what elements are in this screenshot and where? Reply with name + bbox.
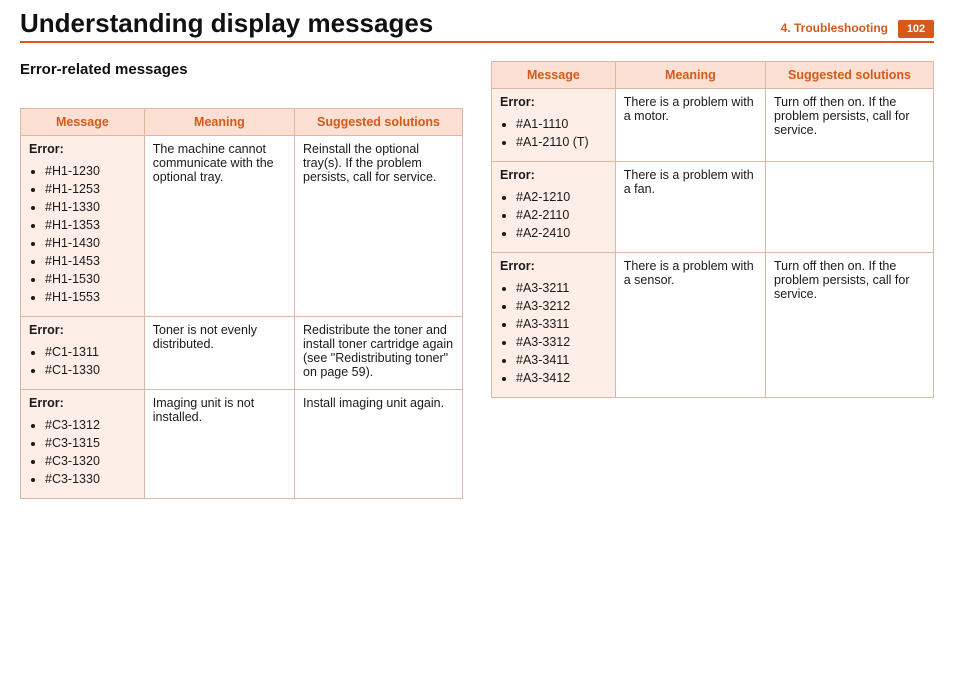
error-code: #A3-3311 bbox=[516, 315, 607, 333]
col-header-solutions: Suggested solutions bbox=[295, 109, 463, 136]
error-code: #H1-1430 bbox=[45, 234, 136, 252]
col-header-meaning: Meaning bbox=[144, 109, 294, 136]
page-title: Understanding display messages bbox=[20, 8, 433, 39]
error-label: Error: bbox=[500, 168, 607, 182]
table-row: Error: #A1-1110 #A1-2110 (T) There is a … bbox=[492, 89, 934, 162]
meaning-cell: Imaging unit is not installed. bbox=[144, 390, 294, 499]
error-code: #C1-1311 bbox=[45, 343, 136, 361]
table-row: Error: #H1-1230 #H1-1253 #H1-1330 #H1-13… bbox=[21, 136, 463, 317]
error-code: #A3-3412 bbox=[516, 369, 607, 387]
page-number-badge: 102 bbox=[898, 20, 934, 38]
message-cell: Error: #A3-3211 #A3-3212 #A3-3311 #A3-33… bbox=[492, 253, 616, 398]
error-code: #H1-1453 bbox=[45, 252, 136, 270]
message-cell: Error: #H1-1230 #H1-1253 #H1-1330 #H1-13… bbox=[21, 136, 145, 317]
error-label: Error: bbox=[29, 396, 136, 410]
error-code: #H1-1253 bbox=[45, 180, 136, 198]
col-header-message: Message bbox=[21, 109, 145, 136]
meaning-cell: There is a problem with a fan. bbox=[615, 162, 765, 253]
error-code: #A3-3211 bbox=[516, 279, 607, 297]
solution-cell bbox=[766, 162, 934, 253]
error-code: #A2-2110 bbox=[516, 206, 607, 224]
meaning-cell: Toner is not evenly distributed. bbox=[144, 317, 294, 390]
error-label: Error: bbox=[500, 259, 607, 273]
error-code: #C3-1320 bbox=[45, 452, 136, 470]
meaning-cell: There is a problem with a motor. bbox=[615, 89, 765, 162]
solution-cell: Turn off then on. If the problem persist… bbox=[766, 89, 934, 162]
col-header-meaning: Meaning bbox=[615, 62, 765, 89]
error-code: #C1-1330 bbox=[45, 361, 136, 379]
left-column: Error-related messages Message Meaning S… bbox=[20, 61, 463, 499]
table-row: Error: #A3-3211 #A3-3212 #A3-3311 #A3-33… bbox=[492, 253, 934, 398]
error-label: Error: bbox=[29, 142, 136, 156]
error-code: #A3-3212 bbox=[516, 297, 607, 315]
table-row: Error: #C1-1311 #C1-1330 Toner is not ev… bbox=[21, 317, 463, 390]
solution-cell: Turn off then on. If the problem persist… bbox=[766, 253, 934, 398]
table-row: Error: #C3-1312 #C3-1315 #C3-1320 #C3-13… bbox=[21, 390, 463, 499]
error-table-left: Message Meaning Suggested solutions Erro… bbox=[20, 108, 463, 499]
error-code: #H1-1530 bbox=[45, 270, 136, 288]
right-column: Message Meaning Suggested solutions Erro… bbox=[491, 61, 934, 499]
message-cell: Error: #C3-1312 #C3-1315 #C3-1320 #C3-13… bbox=[21, 390, 145, 499]
message-cell: Error: #A1-1110 #A1-2110 (T) bbox=[492, 89, 616, 162]
error-label: Error: bbox=[29, 323, 136, 337]
col-header-message: Message bbox=[492, 62, 616, 89]
section-heading: Error-related messages bbox=[20, 61, 463, 78]
meaning-cell: The machine cannot communicate with the … bbox=[144, 136, 294, 317]
table-row: Error: #A2-1210 #A2-2110 #A2-2410 There … bbox=[492, 162, 934, 253]
error-code: #A3-3411 bbox=[516, 351, 607, 369]
error-code: #A1-2110 (T) bbox=[516, 133, 607, 151]
message-cell: Error: #C1-1311 #C1-1330 bbox=[21, 317, 145, 390]
solution-cell: Redistribute the toner and install toner… bbox=[295, 317, 463, 390]
error-code: #C3-1330 bbox=[45, 470, 136, 488]
error-code: #H1-1330 bbox=[45, 198, 136, 216]
error-code: #A1-1110 bbox=[516, 115, 607, 133]
message-cell: Error: #A2-1210 #A2-2110 #A2-2410 bbox=[492, 162, 616, 253]
breadcrumb-label: 4. Troubleshooting bbox=[781, 21, 888, 35]
col-header-solutions: Suggested solutions bbox=[766, 62, 934, 89]
page-header: Understanding display messages 4. Troubl… bbox=[20, 8, 934, 43]
error-label: Error: bbox=[500, 95, 607, 109]
error-code: #C3-1312 bbox=[45, 416, 136, 434]
breadcrumb: 4. Troubleshooting 102 bbox=[781, 20, 934, 38]
error-code: #H1-1353 bbox=[45, 216, 136, 234]
error-code: #A2-1210 bbox=[516, 188, 607, 206]
error-code: #H1-1553 bbox=[45, 288, 136, 306]
error-code: #C3-1315 bbox=[45, 434, 136, 452]
error-table-right: Message Meaning Suggested solutions Erro… bbox=[491, 61, 934, 398]
meaning-cell: There is a problem with a sensor. bbox=[615, 253, 765, 398]
solution-cell: Reinstall the optional tray(s). If the p… bbox=[295, 136, 463, 317]
error-code: #A3-3312 bbox=[516, 333, 607, 351]
solution-cell: Install imaging unit again. bbox=[295, 390, 463, 499]
error-code: #H1-1230 bbox=[45, 162, 136, 180]
error-code: #A2-2410 bbox=[516, 224, 607, 242]
